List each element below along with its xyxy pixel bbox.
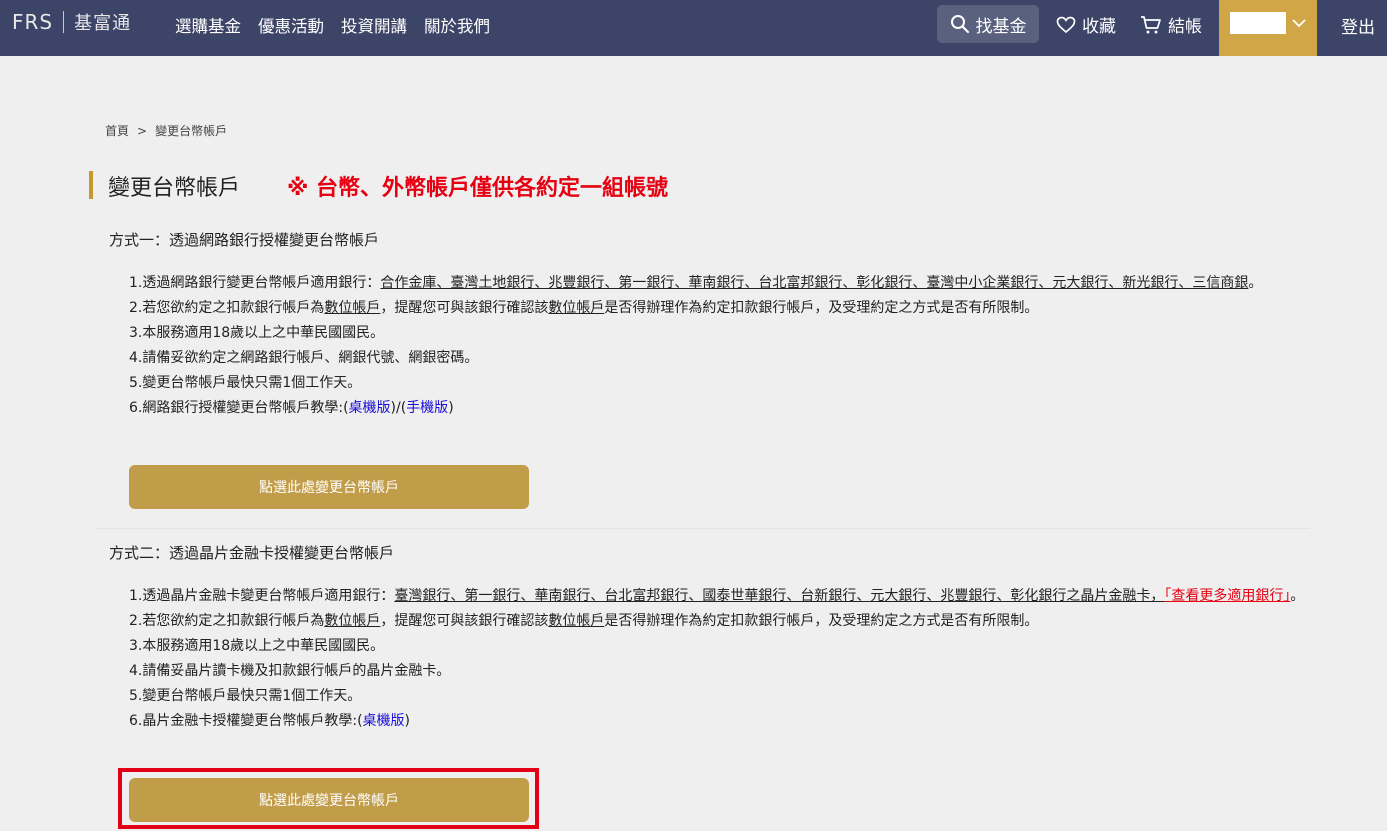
- method2-item4: 4.請備妥晶片讀卡機及扣款銀行帳戶的晶片金融卡。: [129, 663, 451, 679]
- method1-desktop-tutorial-link[interactable]: 桌機版: [349, 400, 391, 416]
- logo-name: 基富通: [74, 13, 132, 34]
- method1-item4: 4.請備妥欲約定之網路銀行帳戶、網銀代號、網銀密碼。: [129, 350, 479, 366]
- site-logo[interactable]: FRS 基富通: [12, 9, 131, 35]
- method2-item5: 5.變更台幣帳戶最快只需1個工作天。: [129, 688, 362, 704]
- page-title: 變更台幣帳戶: [108, 176, 241, 201]
- method2-item2: 2.若您欲約定之扣款銀行帳戶為數位帳戶，提醒您可與該銀行確認該數位帳戶是否得辦理…: [129, 613, 1039, 629]
- logo-divider: [63, 11, 65, 33]
- logout-link[interactable]: 登出: [1341, 13, 1375, 38]
- section-divider: [96, 528, 1310, 529]
- digital-account-term: 數位帳戶: [324, 613, 381, 629]
- method1-title: 方式一：透過網路銀行授權變更台幣帳戶: [109, 231, 380, 249]
- method1-item6: 6.網路銀行授權變更台幣帳戶教學:(桌機版)/(手機版): [129, 400, 454, 416]
- method2-list: 1.透過晶片金融卡變更台幣帳戶適用銀行：臺灣銀行、第一銀行、華南銀行、台北富邦銀…: [129, 584, 1314, 734]
- method1-item2: 2.若您欲約定之扣款銀行帳戶為數位帳戶，提醒您可與該銀行確認該數位帳戶是否得辦理…: [129, 300, 1039, 316]
- method1-mobile-tutorial-link[interactable]: 手機版: [406, 400, 448, 416]
- favorites-button[interactable]: 收藏: [1056, 12, 1116, 37]
- method2-desktop-tutorial-link[interactable]: 桌機版: [363, 713, 405, 729]
- logo-brand: FRS: [12, 10, 54, 34]
- method1-list: 1.透過網路銀行變更台幣帳戶適用銀行：合作金庫、臺灣土地銀行、兆豐銀行、第一銀行…: [129, 271, 1314, 421]
- title-accent-bar: [89, 171, 93, 199]
- checkout-button[interactable]: 結帳: [1140, 12, 1202, 37]
- breadcrumb-home[interactable]: 首頁: [105, 124, 129, 138]
- method2-bank-list: 臺灣銀行、第一銀行、華南銀行、台北富邦銀行、國泰世華銀行、台新銀行、元大銀行、兆…: [394, 588, 1165, 604]
- breadcrumb: 首頁 > 變更台幣帳戶: [105, 122, 227, 139]
- main-menu: 選購基金 優惠活動 投資開講 關於我們: [175, 13, 490, 37]
- method2-item3: 3.本服務適用18歲以上之中華民國國民。: [129, 638, 385, 654]
- breadcrumb-current: 變更台幣帳戶: [155, 124, 228, 138]
- menu-item-funds[interactable]: 選購基金: [175, 13, 241, 37]
- chevron-down-icon: [1292, 19, 1306, 28]
- method1-change-account-button[interactable]: 點選此處變更台幣帳戶: [129, 465, 529, 509]
- digital-account-term: 數位帳戶: [548, 300, 605, 316]
- more-banks-link[interactable]: 「查看更多適用銀行」: [1164, 588, 1290, 604]
- checkout-label: 結帳: [1168, 17, 1202, 37]
- breadcrumb-separator: >: [137, 124, 148, 138]
- method2-title: 方式二：透過晶片金融卡授權變更台幣帳戶: [109, 544, 395, 562]
- find-fund-label: 找基金: [975, 16, 1027, 37]
- search-icon: [950, 15, 969, 34]
- method2-item1: 1.透過晶片金融卡變更台幣帳戶適用銀行：臺灣銀行、第一銀行、華南銀行、台北富邦銀…: [129, 588, 1305, 604]
- method1-item3: 3.本服務適用18歲以上之中華民國國民。: [129, 325, 385, 341]
- user-menu-dropdown[interactable]: [1219, 0, 1317, 56]
- method1-bank-list: 合作金庫、臺灣土地銀行、兆豐銀行、第一銀行、華南銀行、台北富邦銀行、彰化銀行、臺…: [380, 275, 1249, 291]
- button-highlight-frame: [118, 768, 539, 829]
- menu-item-promotions[interactable]: 優惠活動: [258, 13, 324, 37]
- heart-icon: [1056, 16, 1076, 33]
- digital-account-term: 數位帳戶: [548, 613, 605, 629]
- favorites-label: 收藏: [1082, 17, 1116, 37]
- cart-icon: [1141, 15, 1161, 33]
- menu-item-about-us[interactable]: 關於我們: [424, 13, 490, 37]
- method1-item1: 1.透過網路銀行變更台幣帳戶適用銀行：合作金庫、臺灣土地銀行、兆豐銀行、第一銀行…: [129, 275, 1263, 291]
- account-limit-warning: ※ 台幣、外幣帳戶僅供各約定一組帳號: [287, 176, 669, 201]
- digital-account-term: 數位帳戶: [324, 300, 381, 316]
- method2-item6: 6.晶片金融卡授權變更台幣帳戶教學:(桌機版): [129, 713, 411, 729]
- find-fund-button[interactable]: 找基金: [937, 5, 1039, 43]
- menu-item-investment-talks[interactable]: 投資開講: [341, 13, 407, 37]
- top-navbar: FRS 基富通 選購基金 優惠活動 投資開講 關於我們 找基金 收藏 結帳 登出: [0, 0, 1387, 56]
- user-name-field: [1230, 12, 1286, 34]
- method1-item5: 5.變更台幣帳戶最快只需1個工作天。: [129, 375, 362, 391]
